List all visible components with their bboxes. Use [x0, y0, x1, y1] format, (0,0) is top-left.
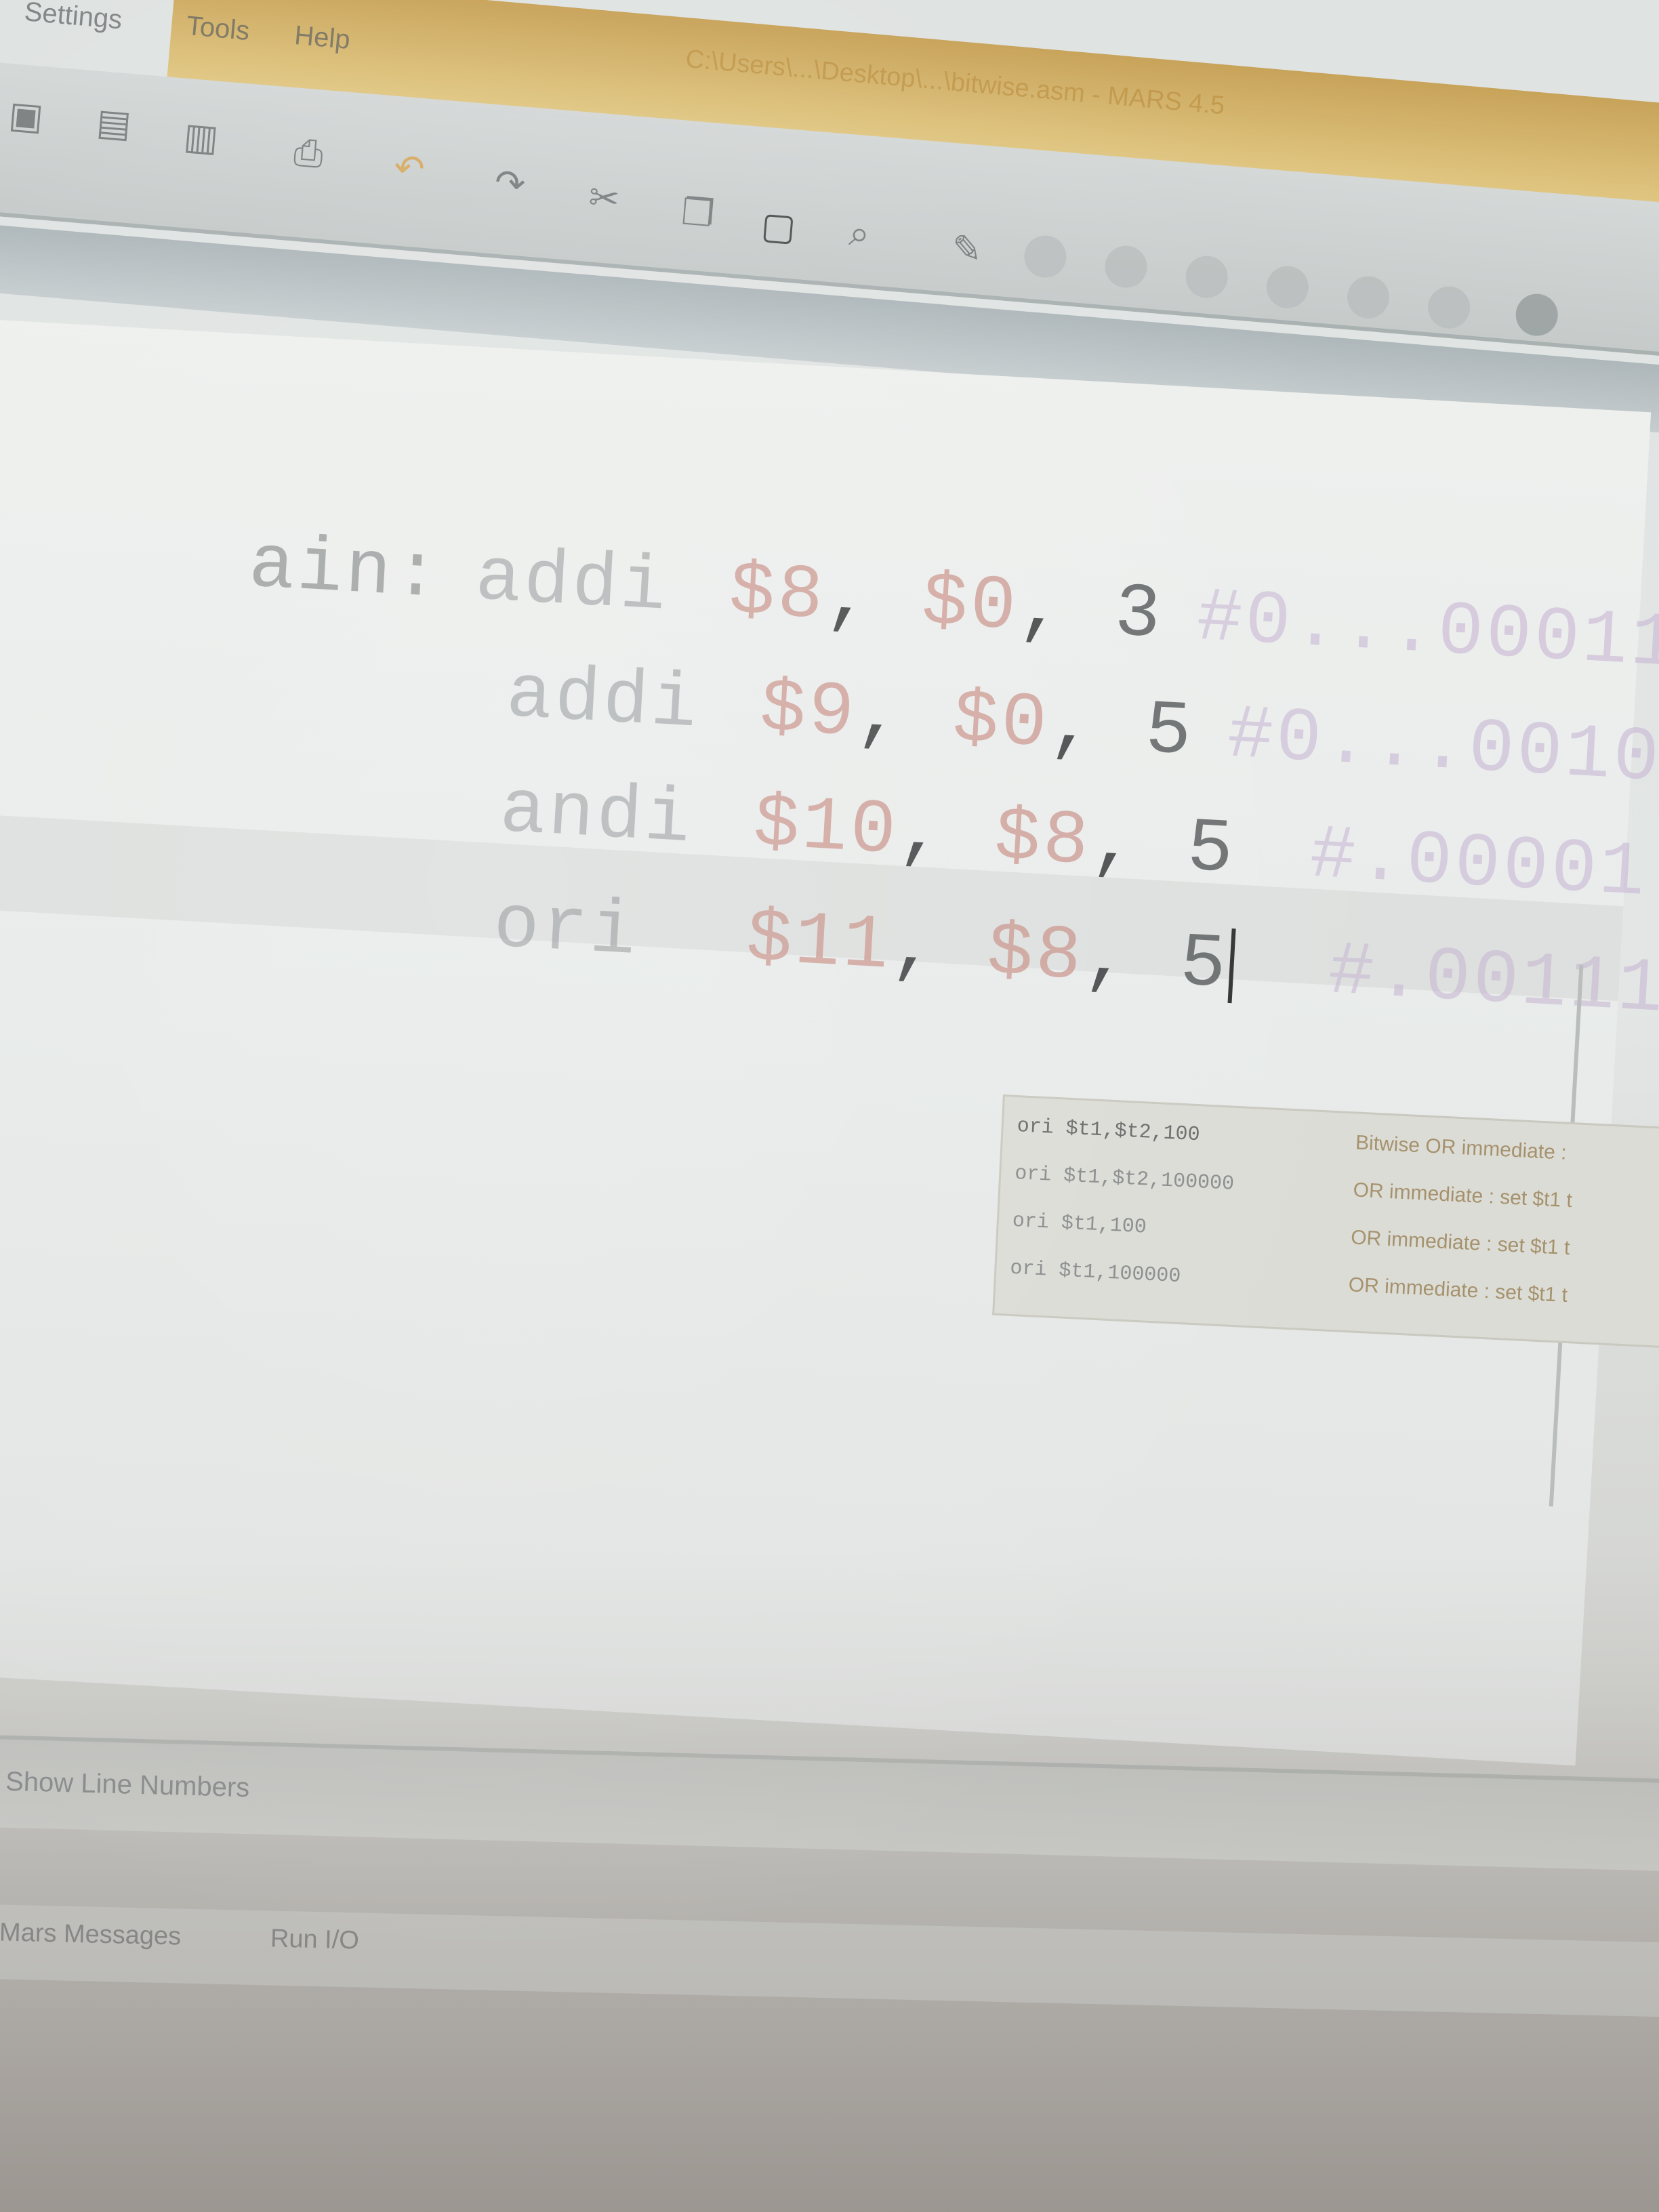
status-message: Show Line Numbers: [5, 1766, 250, 1803]
screen: C:\Users\...\Desktop\...\bitwise.asm - M…: [0, 0, 1659, 2212]
save-icon[interactable]: ▥: [176, 112, 227, 163]
tab-mars-messages[interactable]: Mars Messages: [0, 1918, 182, 1951]
code-register: $8: [985, 909, 1086, 1001]
menu-help[interactable]: Help: [293, 20, 352, 56]
run-icon[interactable]: [1022, 234, 1068, 280]
redo-icon[interactable]: ↷: [485, 158, 536, 209]
reset-icon[interactable]: [1426, 285, 1472, 331]
assemble-icon[interactable]: ✎: [941, 224, 993, 275]
autocomplete-popup: ori $t1,$t2,100 Bitwise OR immediate : o…: [992, 1094, 1659, 1349]
code-editor[interactable]: ain: addi $8, $0, 3 #0...00011 addi $9, $0, …: [0, 319, 1659, 1766]
backstep-icon[interactable]: [1184, 254, 1230, 300]
code-register: $11: [744, 896, 894, 990]
step-icon[interactable]: [1103, 244, 1149, 290]
cut-icon[interactable]: ✂: [578, 173, 630, 224]
bottom-tab-strip: Mars Messages Run I/O: [0, 1904, 1659, 2018]
stop-icon[interactable]: [1345, 274, 1391, 321]
paste-icon[interactable]: ▢: [753, 201, 804, 253]
menu-settings[interactable]: Settings: [23, 0, 123, 36]
pause-icon[interactable]: [1265, 264, 1311, 310]
new-file-icon[interactable]: ▣: [1, 90, 52, 142]
find-icon[interactable]: ⌕: [834, 208, 885, 260]
copy-icon[interactable]: ❐: [672, 188, 724, 239]
print-icon[interactable]: ⎙: [283, 127, 335, 179]
undo-icon[interactable]: ↶: [384, 143, 435, 194]
code-immediate: 5: [1177, 920, 1231, 1009]
tab-run-io[interactable]: Run I/O: [270, 1925, 359, 1956]
open-file-icon[interactable]: ▤: [88, 98, 140, 149]
code-opcode: ori: [491, 882, 641, 977]
help-icon[interactable]: [1514, 292, 1560, 338]
menu-tools[interactable]: Tools: [185, 11, 251, 47]
code-comment: #.00111: [1326, 928, 1659, 1033]
window-title: C:\Users\...\Desktop\...\bitwise.asm - M…: [684, 45, 1226, 121]
